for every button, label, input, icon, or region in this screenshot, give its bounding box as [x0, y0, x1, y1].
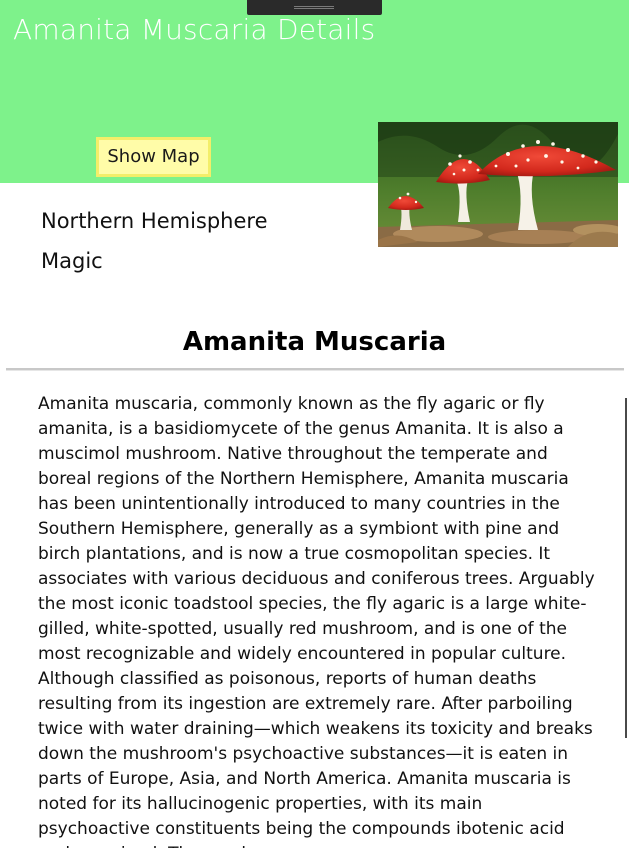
region-label: Northern Hemisphere [41, 209, 268, 233]
article-heading: Amanita Muscaria [182, 327, 447, 357]
show-map-button[interactable]: Show Map [96, 137, 211, 177]
article-body: Amanita muscaria, commonly known as the … [38, 394, 595, 848]
page-title: Amanita Muscaria Details [13, 13, 376, 46]
vertical-scrollbar[interactable] [625, 398, 627, 738]
grip-icon [294, 6, 334, 7]
divider [6, 368, 624, 370]
details-page: Amanita Muscaria Details Show Map Northe… [0, 0, 629, 848]
mushroom-photo [378, 122, 618, 247]
type-label: Magic [41, 249, 103, 273]
mushroom-photo-icon [378, 122, 618, 247]
